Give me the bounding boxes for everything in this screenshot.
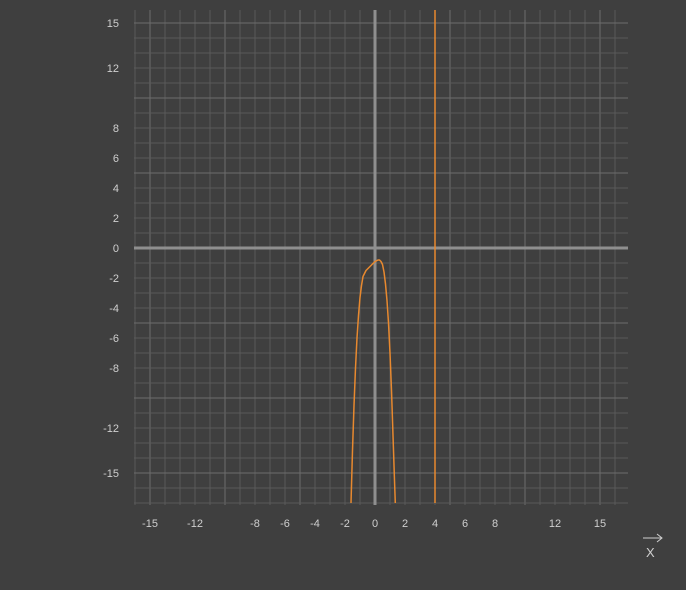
x-tick-label: -15 <box>142 518 158 530</box>
x-tick-label: 2 <box>402 518 408 530</box>
x-tick-label: -12 <box>187 518 203 530</box>
y-tick-label: -8 <box>109 363 119 375</box>
x-tick-label: -6 <box>280 518 290 530</box>
x-tick-label: 8 <box>492 518 498 530</box>
y-tick-label: -6 <box>109 333 119 345</box>
y-tick-label: -2 <box>109 273 119 285</box>
x-tick-label: -4 <box>310 518 320 530</box>
x-tick-label: 0 <box>372 518 378 530</box>
y-tick-label: 2 <box>113 213 119 225</box>
x-tick-label: 12 <box>549 518 561 530</box>
x-axis-indicator: X <box>643 533 663 560</box>
tick-labels: -15 -12 -8 -6 -4 -2 0 2 4 6 8 12 15 15 12 8 6 4 2 0 -2 -4 -6 -8… <box>103 18 606 530</box>
y-tick-label: 15 <box>107 18 119 30</box>
series-line-0 <box>350 259 397 504</box>
y-tick-label: 6 <box>113 153 119 165</box>
x-tick-label: -8 <box>250 518 260 530</box>
axes <box>134 10 628 505</box>
x-tick-label: 15 <box>594 518 606 530</box>
x-tick-label: 4 <box>432 518 438 530</box>
y-tick-label: 0 <box>113 243 119 255</box>
grid-lines <box>134 10 628 505</box>
plot-area[interactable]: -15 -12 -8 -6 -4 -2 0 2 4 6 8 12 15 15 12 8 6 4 2 0 -2 -4 -6 -8… <box>0 0 686 585</box>
x-arrow-label: X <box>646 545 655 560</box>
graph-canvas[interactable]: -15 -12 -8 -6 -4 -2 0 2 4 6 8 12 15 15 12 8 6 4 2 0 -2 -4 -6 -8… <box>0 0 686 585</box>
series-lines <box>350 10 436 504</box>
y-tick-label: -15 <box>103 468 119 480</box>
x-tick-label: -2 <box>340 518 350 530</box>
y-tick-label: 4 <box>113 183 119 195</box>
y-tick-label: -12 <box>103 423 119 435</box>
y-tick-label: 8 <box>113 123 119 135</box>
x-tick-label: 6 <box>462 518 468 530</box>
y-tick-label: 12 <box>107 63 119 75</box>
y-tick-label: -4 <box>109 303 119 315</box>
